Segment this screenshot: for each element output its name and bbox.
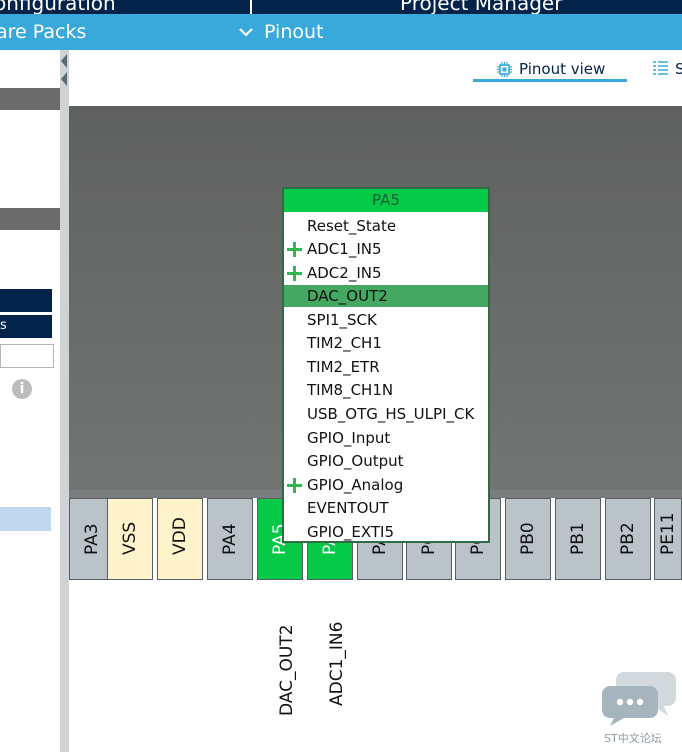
menu-item-label: GPIO_EXTI5 [307,523,395,541]
pin-signal-label-pa5: DAC_OUT2 [277,624,297,716]
list-icon [652,60,669,81]
tab-clock-configuration[interactable]: onfiguration [0,0,116,15]
collapse-arrow-icon[interactable] [61,72,67,86]
pin-pe11[interactable]: PE11 [654,498,682,580]
watermark-text: ST中文论坛 [604,732,662,745]
menu-item-gpio-exti5[interactable]: GPIO_EXTI5 [284,521,488,541]
menu-item-label: TIM2_CH1 [307,334,382,352]
menu-item-usb-otg-hs-ulpi-ck[interactable]: USB_OTG_HS_ULPI_CK [284,403,488,425]
menu-item-gpio-input[interactable]: GPIO_Input [284,427,488,449]
list-item[interactable] [0,289,52,312]
menu-item-label: GPIO_Input [307,429,391,447]
chevron-down-icon[interactable] [238,23,254,45]
list-item-highlighted[interactable] [0,507,51,531]
pin-pb2[interactable]: PB2 [605,498,651,580]
menu-item-label: DAC_OUT2 [307,287,388,305]
menu-item-gpio-output[interactable]: GPIO_Output [284,450,488,472]
list-item-selected[interactable]: s [0,315,52,338]
pin-pb0[interactable]: PB0 [505,498,551,580]
tab-software-packs[interactable]: are Packs [0,21,86,43]
panel-splitter[interactable] [60,50,69,752]
menu-item-adc1-in5[interactable]: ADC1_IN5 [284,238,488,260]
menu-item-label: EVENTOUT [307,499,389,517]
menu-item-label: ADC1_IN5 [307,240,382,258]
pin-label: PB0 [518,522,538,555]
plus-icon [287,266,302,281]
menu-item-label: GPIO_Output [307,452,404,470]
pin-pb1[interactable]: PB1 [555,498,601,580]
view-tabs: Pinout view S [69,50,682,106]
chat-bubble-icon [602,672,676,726]
menu-item-label: TIM8_CH1N [307,381,394,399]
pin-label: PA3 [82,523,102,555]
top-divider [250,0,252,14]
pin-label: PB1 [568,522,588,555]
community-chat-button[interactable]: ST中文论坛 [600,668,680,752]
pin-label: VSS [120,521,140,555]
pin-signal-label-pa6: ADC1_IN6 [327,621,347,706]
pin-label: VDD [170,517,190,555]
menu-item-reset-state[interactable]: Reset_State [284,215,488,237]
tab-project-manager[interactable]: Project Manager [400,0,562,15]
pin-label: PA4 [220,523,240,555]
plus-icon [287,242,302,257]
category-header[interactable] [0,88,60,110]
pin-function-menu: PA5 Reset_State ADC1_IN5 ADC2_IN5 DAC_OU… [282,187,490,543]
pin-vdd[interactable]: VDD [157,498,203,580]
plus-icon [287,478,302,493]
menu-item-spi1-sck[interactable]: SPI1_SCK [284,309,488,331]
tab-pinout-view[interactable]: Pinout view [519,60,605,78]
sub-tab-bar: are Packs Pinout [0,14,682,50]
collapse-arrow-icon[interactable] [61,54,67,68]
menu-item-label: TIM2_ETR [307,358,380,376]
menu-item-label: SPI1_SCK [307,311,377,329]
active-tab-underline [473,79,627,82]
left-panel: s i [0,50,60,752]
menu-item-eventout[interactable]: EVENTOUT [284,497,488,519]
menu-item-tim8-ch1n[interactable]: TIM8_CH1N [284,379,488,401]
menu-item-gpio-analog[interactable]: GPIO_Analog [284,474,488,496]
menu-item-label: USB_OTG_HS_ULPI_CK [307,405,475,423]
mode-header[interactable] [0,208,60,230]
menu-item-tim2-ch1[interactable]: TIM2_CH1 [284,332,488,354]
menu-item-label: ADC2_IN5 [307,264,382,282]
menu-item-dac-out2[interactable]: DAC_OUT2 [284,285,488,307]
pin-label: PE11 [658,512,678,555]
list-item-label: s [0,318,7,333]
pin-label: PB2 [618,522,638,555]
search-input[interactable] [0,344,54,368]
info-icon[interactable]: i [12,379,32,399]
menu-item-adc2-in5[interactable]: ADC2_IN5 [284,262,488,284]
top-nav-bar: onfiguration Project Manager [0,0,682,15]
tab-pinout[interactable]: Pinout [264,21,323,43]
pin-pa4[interactable]: PA4 [207,498,253,580]
pin-vss[interactable]: VSS [107,498,153,580]
menu-item-label: GPIO_Analog [307,476,404,494]
tab-system-view[interactable]: S [675,60,682,78]
menu-item-tim2-etr[interactable]: TIM2_ETR [284,356,488,378]
menu-item-label: Reset_State [307,217,397,235]
menu-title: PA5 [284,189,488,212]
